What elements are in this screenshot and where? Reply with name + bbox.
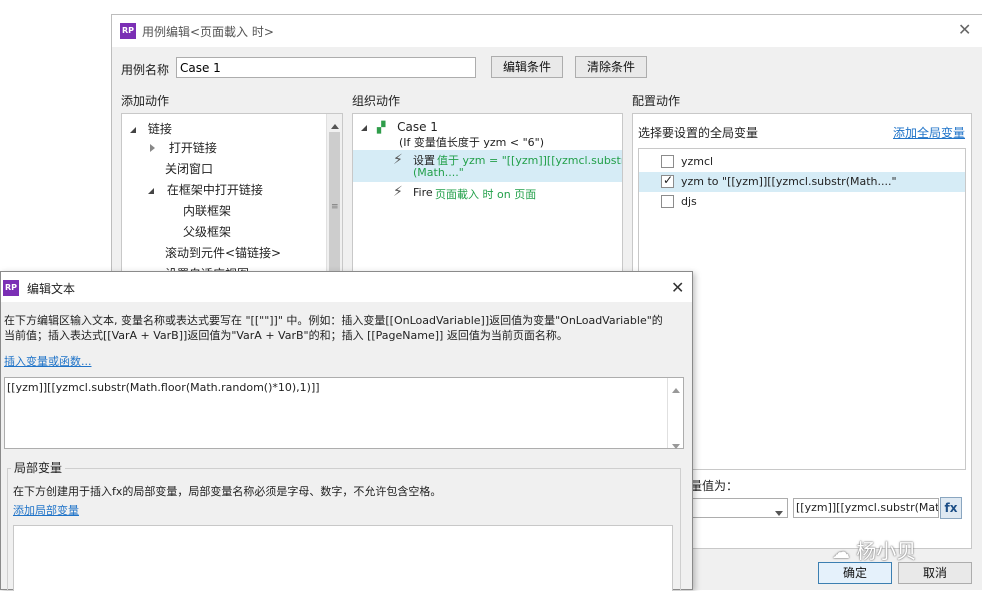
scroll-up-icon[interactable]	[331, 118, 339, 132]
collapsed-arrow-icon	[150, 144, 155, 152]
tree-item-close-window[interactable]: 关闭窗口	[165, 160, 213, 177]
expanded-arrow-icon	[148, 188, 154, 194]
axure-logo-icon: RP	[3, 280, 19, 296]
edit-text-dialog: RP 编辑文本 ✕ 在下方编辑区输入文本, 变量名称或表达式要写在 "[[""]…	[0, 271, 693, 591]
close-icon[interactable]: ✕	[958, 20, 971, 39]
clear-condition-button[interactable]: 清除条件	[575, 56, 647, 78]
tree-item-open-link[interactable]: 打开链接	[150, 139, 217, 156]
editor-scrollbar[interactable]	[667, 378, 683, 449]
tree-item-links[interactable]: 链接	[130, 120, 172, 137]
variable-row-selected[interactable]: yzm to "[[yzm]][[yzmcl.substr(Math...."	[639, 172, 965, 192]
local-variables-title: 局部变量	[11, 459, 66, 476]
value-type-select[interactable]	[690, 498, 788, 518]
add-action-header: 添加动作	[121, 94, 170, 108]
add-global-variable-link[interactable]: 添加全局变量	[893, 124, 965, 141]
editor-content: [[yzm]][[yzmcl.substr(Math.floor(Math.ra…	[7, 381, 320, 394]
cancel-button[interactable]: 取消	[898, 562, 972, 584]
insert-variable-link[interactable]: 插入变量或函数...	[4, 353, 92, 369]
expanded-arrow-icon	[130, 127, 136, 133]
add-local-variable-link[interactable]: 添加局部变量	[13, 502, 79, 518]
case-node-icon: ▞	[376, 121, 386, 134]
instruction-text: 在下方编辑区输入文本, 变量名称或表达式要写在 "[[""]]" 中。例如：插入…	[4, 314, 663, 342]
lightning-icon: ⚡	[393, 184, 403, 200]
local-variables-desc: 在下方创建用于插入fx的局部变量，局部变量名称必须是字母、数字，不允许包含空格。	[13, 485, 442, 498]
local-variable-list[interactable]	[13, 525, 673, 591]
edit-text-title: 编辑文本	[27, 282, 76, 296]
case-name-input[interactable]	[176, 57, 476, 78]
variable-checkbox[interactable]	[661, 155, 674, 168]
edit-text-titlebar	[1, 272, 692, 302]
tree-item-inline-frame[interactable]: 内联框架	[183, 202, 231, 219]
fx-button[interactable]: fx	[940, 497, 962, 519]
watermark: ☁ 杨小贝	[832, 539, 917, 563]
tree-item-open-in-frame[interactable]: 在框架中打开链接	[148, 181, 263, 198]
axure-logo-icon: RP	[120, 23, 136, 39]
expanded-arrow-icon	[361, 125, 367, 131]
tree-item-parent-frame[interactable]: 父级框架	[183, 223, 231, 240]
select-global-variable-label: 选择要设置的全局变量	[638, 126, 759, 140]
edit-condition-button[interactable]: 编辑条件	[491, 56, 563, 78]
wechat-icon: ☁	[832, 542, 850, 563]
ok-button[interactable]: 确定	[818, 562, 892, 584]
scroll-down-icon[interactable]	[672, 438, 680, 452]
scroll-up-icon[interactable]	[672, 382, 680, 396]
configure-action-header: 配置动作	[632, 94, 681, 108]
variable-checkbox[interactable]	[661, 195, 674, 208]
organize-action-panel: ▞ Case 1 (If 变量值长度于 yzm < "6") ⚡ 设置 值于 y…	[352, 113, 623, 283]
variable-checkbox-checked[interactable]	[661, 173, 674, 188]
text-editor[interactable]: [[yzm]][[yzmcl.substr(Math.floor(Math.ra…	[4, 377, 684, 449]
scroll-grip-icon: ≡	[331, 202, 339, 212]
set-variable-action[interactable]: ⚡ 设置 值于 yzm = "[[yzm]][[yzmcl.substr (Ma…	[353, 150, 622, 182]
variable-row[interactable]: yzmcl	[639, 152, 965, 172]
case-condition: (If 变量值长度于 yzm < "6")	[399, 136, 545, 149]
close-icon[interactable]: ✕	[671, 278, 684, 297]
chevron-down-icon	[775, 505, 783, 519]
variable-row[interactable]: djs	[639, 192, 965, 212]
case-editor-title: 用例编辑<页面載入 时>	[142, 25, 274, 39]
set-value-label: 量值为：	[690, 479, 739, 493]
organize-action-header: 组织动作	[352, 94, 401, 108]
value-expression-input[interactable]: [[yzm]][[yzmcl.substr(Math.flo	[793, 498, 939, 518]
tree-item-scroll-to-widget[interactable]: 滚动到元件<锚链接>	[165, 244, 281, 261]
case-node[interactable]: ▞ Case 1	[361, 120, 438, 134]
add-action-scrollbar[interactable]: ≡	[326, 114, 342, 282]
fire-event-action[interactable]: ⚡ Fire 页面載入 时 on 页面	[353, 184, 622, 202]
lightning-icon: ⚡	[393, 152, 403, 168]
add-action-panel: 链接 打开链接 关闭窗口 在框架中打开链接 内联框架 父级框架 滚动到元件<锚链…	[121, 113, 343, 283]
case-name-label: 用例名称	[121, 63, 170, 77]
